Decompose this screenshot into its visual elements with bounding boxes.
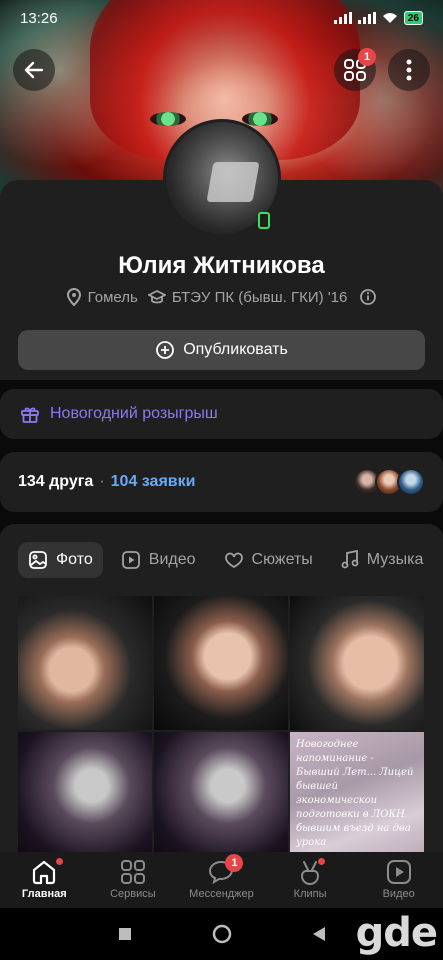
nav-home[interactable]: Главная bbox=[2, 858, 86, 900]
tab-photo[interactable]: Фото bbox=[18, 542, 103, 578]
signal-icon bbox=[333, 12, 352, 24]
nav-clips[interactable]: Клипы bbox=[268, 858, 352, 900]
nav-home-label: Главная bbox=[21, 888, 67, 900]
photo-caption-text: Новогоднее напоминание - Бывший Лет... Л… bbox=[296, 739, 414, 848]
profile-meta: Гомель БТЭУ ПК (бывш. ГКИ) '16 bbox=[0, 288, 443, 306]
home-icon bbox=[33, 860, 56, 885]
promo-label: Новогодний розыгрыш bbox=[50, 405, 218, 422]
watermark-logo: gde bbox=[355, 910, 438, 956]
recents-icon[interactable] bbox=[118, 927, 132, 941]
video-nav-icon bbox=[386, 860, 411, 884]
location-icon bbox=[66, 288, 81, 306]
friend-requests-link[interactable]: 104 заявки bbox=[111, 473, 196, 490]
friends-avatars[interactable] bbox=[353, 468, 425, 496]
photo-thumbnail[interactable]: Новогоднее напоминание - Бывший Лет... Л… bbox=[290, 732, 424, 866]
grid-badge: 1 bbox=[358, 48, 376, 66]
more-vertical-icon bbox=[406, 59, 412, 81]
more-button[interactable] bbox=[388, 49, 430, 91]
music-icon bbox=[341, 550, 359, 569]
back-triangle-icon[interactable] bbox=[312, 926, 326, 942]
arrow-left-icon bbox=[24, 61, 44, 79]
status-bar: 13:26 26 bbox=[0, 0, 443, 36]
info-icon[interactable] bbox=[359, 288, 377, 306]
services-icon bbox=[120, 860, 145, 884]
qr-apps-button[interactable]: 1 bbox=[334, 48, 376, 91]
photo-icon bbox=[29, 551, 47, 569]
plus-circle-icon bbox=[156, 341, 175, 359]
video-icon bbox=[121, 551, 140, 569]
messenger-badge: 1 bbox=[225, 854, 244, 872]
gift-icon bbox=[21, 407, 39, 423]
publish-label: Опубликовать bbox=[183, 341, 288, 358]
bottom-navigation: Главная Сервисы 1 Мессенджер Клипы Видео bbox=[0, 852, 443, 908]
tab-music[interactable]: Музыка bbox=[331, 542, 434, 578]
online-mobile-icon bbox=[258, 212, 270, 229]
photo-thumbnail[interactable] bbox=[154, 732, 288, 866]
promo-banner[interactable]: Новогодний розыгрыш bbox=[0, 389, 443, 439]
nav-video[interactable]: Видео bbox=[357, 858, 441, 900]
tab-video[interactable]: Видео bbox=[111, 542, 206, 578]
friend-avatar bbox=[397, 468, 425, 496]
nav-clips-label: Клипы bbox=[293, 888, 327, 900]
tab-photo-label: Фото bbox=[56, 551, 93, 568]
status-time: 13:26 bbox=[20, 9, 58, 27]
home-notification-dot bbox=[56, 858, 64, 865]
nav-services-label: Сервисы bbox=[110, 888, 156, 900]
friends-separator: · bbox=[99, 473, 105, 490]
tab-video-label: Видео bbox=[148, 551, 196, 568]
battery-level: 26 bbox=[407, 12, 419, 24]
photo-thumbnail[interactable] bbox=[290, 596, 424, 730]
tab-music-label: Музыка bbox=[366, 551, 424, 568]
nav-video-label: Видео bbox=[382, 888, 415, 900]
back-button[interactable] bbox=[13, 49, 55, 91]
wifi-icon bbox=[382, 13, 397, 23]
media-tabs: Фото Видео Сюжеты Музыка bbox=[18, 542, 433, 578]
photo-thumbnail[interactable] bbox=[18, 732, 152, 866]
photo-thumbnail[interactable] bbox=[154, 596, 288, 730]
tab-stories[interactable]: Сюжеты bbox=[214, 542, 323, 578]
profile-city: Гомель bbox=[87, 288, 138, 306]
home-circle-icon[interactable] bbox=[212, 924, 232, 944]
profile-name: Юлия Житникова bbox=[118, 252, 325, 279]
nav-messenger[interactable]: 1 Мессенджер bbox=[179, 854, 263, 900]
photo-grid: Новогоднее напоминание - Бывший Лет... Л… bbox=[18, 596, 425, 866]
profile-education: БТЭУ ПК (бывш. ГКИ) '16 bbox=[171, 288, 348, 306]
signal-2-icon bbox=[357, 12, 376, 24]
photo-thumbnail[interactable] bbox=[18, 596, 152, 730]
battery-icon: 26 bbox=[403, 11, 423, 25]
stories-icon bbox=[224, 552, 243, 569]
nav-messenger-label: Мессенджер bbox=[189, 888, 254, 900]
nav-services[interactable]: Сервисы bbox=[91, 858, 175, 900]
tab-stories-label: Сюжеты bbox=[251, 551, 313, 568]
graduation-cap-icon bbox=[147, 289, 166, 304]
friends-count[interactable]: 134 друга bbox=[18, 473, 93, 490]
publish-button[interactable]: Опубликовать bbox=[18, 330, 425, 370]
friends-row[interactable]: 134 друга · 104 заявки bbox=[0, 452, 443, 512]
media-section: Фото Видео Сюжеты Музыка Новогоднее напо… bbox=[0, 524, 443, 866]
